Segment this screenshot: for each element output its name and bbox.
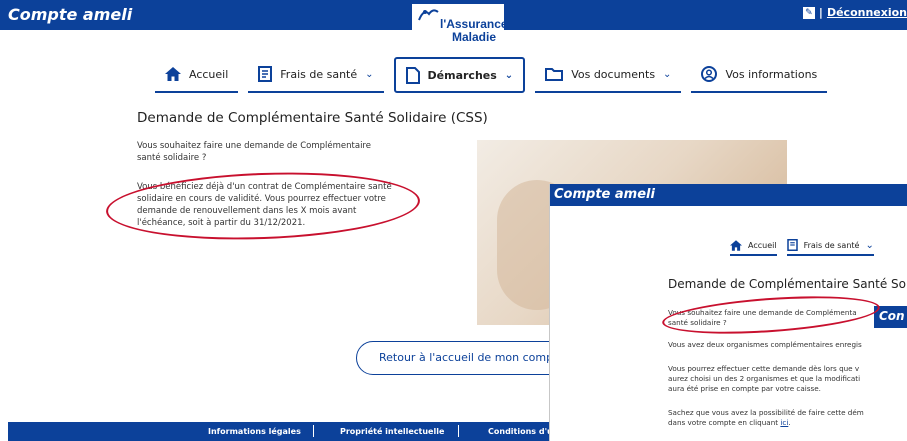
overlay-page-title: Demande de Complémentaire Santé Solid: [668, 277, 907, 291]
nav-item-vos-documents[interactable]: Vos documents ⌄: [535, 57, 682, 93]
footer-link-legal[interactable]: Informations légales: [208, 427, 301, 436]
home-icon: [730, 239, 742, 251]
nav-label: Vos documents: [571, 67, 656, 81]
logo-emblem-icon: [418, 9, 439, 21]
overlay-intro-line2: santé solidaire ?: [668, 318, 727, 327]
user-badge-icon[interactable]: ✎: [802, 6, 815, 19]
user-circle-icon: [701, 66, 718, 82]
nav-item-accueil[interactable]: Accueil: [155, 57, 239, 93]
overlay-nested-brand: Con: [874, 306, 907, 328]
receipt-icon: [786, 239, 798, 251]
footer-divider: [313, 425, 314, 437]
nav-label: Vos informations: [725, 67, 818, 81]
overlay-navigation: Accueil Frais de santé ⌄: [730, 239, 874, 256]
logo-text-line1: l'Assurance: [440, 17, 508, 31]
chevron-down-icon: ⌄: [663, 68, 672, 80]
nav-label: Frais de santé: [280, 67, 358, 81]
nav-label: Démarches: [427, 68, 497, 82]
chevron-down-icon: ⌄: [365, 68, 374, 80]
page-title: Demande de Complémentaire Santé Solidair…: [137, 110, 488, 126]
overlay-header-bar: Compte ameli: [550, 184, 907, 206]
footer-link-conditions[interactable]: Conditions d'ut: [488, 427, 557, 436]
existing-contract-paragraph: Vous bénéficiez déjà d'un contrat de Com…: [137, 182, 392, 228]
overlay-organisms-text: Vous avez deux organismes complémentaire…: [668, 340, 862, 349]
overlay-possibility-line1: Sachez que vous avez la possibilité de f…: [668, 408, 864, 417]
footer-link-intellectual-property[interactable]: Propriété intellectuelle: [340, 427, 444, 436]
period: .: [788, 418, 791, 427]
nav-label: Accueil: [189, 67, 229, 81]
overlay-possibility-line2: dans votre compte en cliquant ici.: [668, 418, 907, 428]
brand-title[interactable]: Compte ameli: [8, 5, 132, 24]
nav-item-vos-informations[interactable]: Vos informations: [691, 57, 828, 93]
overlay-screenshot: Compte ameli Accueil Frais de santé ⌄ De…: [549, 184, 907, 441]
nav-label: Accueil: [748, 240, 777, 250]
logout-link[interactable]: Déconnexion: [827, 6, 907, 19]
header-right-actions: ✎ | Déconnexion: [802, 6, 907, 19]
logo-text-line2: Maladie: [452, 30, 497, 44]
intro-paragraph: Vous souhaitez faire une demande de Comp…: [137, 141, 371, 163]
main-navigation: Accueil Frais de santé ⌄ Démarches ⌄ Vos…: [155, 56, 837, 94]
overlay-possibility-text: dans votre compte en cliquant: [668, 418, 779, 427]
overlay-nav-item-frais-de-sante[interactable]: Frais de santé ⌄: [786, 239, 874, 256]
folder-icon: [545, 68, 564, 81]
overlay-condition-line2: aurez choisi un des 2 organismes et que …: [668, 374, 861, 383]
overlay-condition-line1: Vous pourrez effectuer cette demande dès…: [668, 364, 860, 373]
footer-divider: [458, 425, 459, 437]
overlay-condition-line3: aura été prise en compte par votre caiss…: [668, 384, 821, 393]
nav-item-demarches[interactable]: Démarches ⌄: [393, 57, 526, 93]
home-icon: [165, 67, 181, 81]
receipt-icon: [258, 66, 273, 82]
overlay-intro-line1: Vous souhaitez faire une demande de Comp…: [668, 308, 857, 317]
chevron-down-icon: ⌄: [865, 239, 874, 251]
nav-label: Frais de santé: [803, 240, 860, 250]
overlay-brand-title[interactable]: Compte ameli: [554, 187, 655, 202]
assurance-maladie-logo[interactable]: l'Assurance Maladie: [412, 4, 508, 46]
header-separator: |: [818, 6, 823, 19]
overlay-nav-item-accueil[interactable]: Accueil: [730, 239, 777, 256]
nav-item-frais-de-sante[interactable]: Frais de santé ⌄: [248, 57, 384, 93]
chevron-down-icon: ⌄: [504, 69, 514, 81]
document-icon: [405, 66, 420, 84]
